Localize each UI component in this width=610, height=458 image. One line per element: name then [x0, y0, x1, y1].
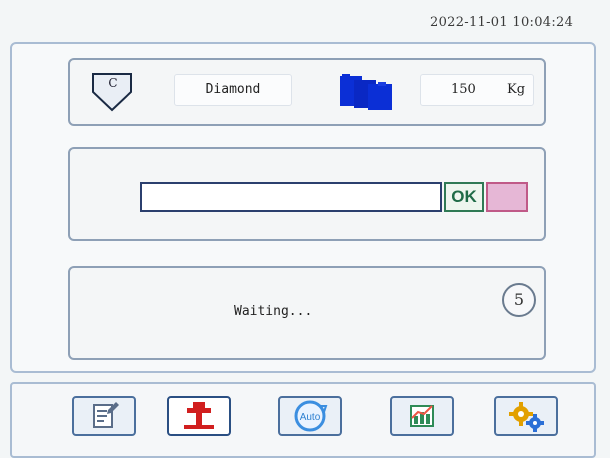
weigh-button[interactable]	[167, 396, 231, 436]
weight-unit: Kg	[507, 82, 526, 97]
grade-letter: C	[108, 76, 118, 90]
weight-value: 150	[451, 82, 476, 97]
bottom-toolbar: Auto	[10, 382, 596, 458]
weight-field[interactable]: 150 Kg	[420, 74, 534, 106]
countdown-badge: 5	[502, 283, 536, 317]
main-panel: C Diamond 150 Kg OK Waiting... 5	[10, 42, 596, 373]
auto-icon: Auto	[294, 400, 328, 432]
code-input[interactable]	[140, 182, 442, 212]
edit-icon	[93, 402, 119, 428]
edit-button[interactable]	[72, 396, 136, 436]
chart-button[interactable]	[390, 396, 454, 436]
settings-button[interactable]	[494, 396, 558, 436]
datetime-display: 2022-11-01 10:04:24	[430, 15, 574, 30]
chart-icon	[410, 405, 434, 427]
material-name-field[interactable]: Diamond	[174, 74, 292, 106]
ok-button[interactable]: OK	[444, 182, 484, 212]
svg-text:Auto: Auto	[300, 412, 321, 423]
clear-button[interactable]	[486, 182, 528, 212]
input-box: OK	[68, 147, 546, 241]
material-info-box: C Diamond 150 Kg	[68, 58, 546, 126]
gear-icon	[509, 402, 544, 432]
status-box: Waiting... 5	[68, 266, 546, 360]
status-text: Waiting...	[234, 304, 313, 319]
stack-blocks-icon	[340, 74, 392, 110]
auto-button[interactable]: Auto	[278, 396, 342, 436]
weigh-icon	[184, 402, 214, 429]
